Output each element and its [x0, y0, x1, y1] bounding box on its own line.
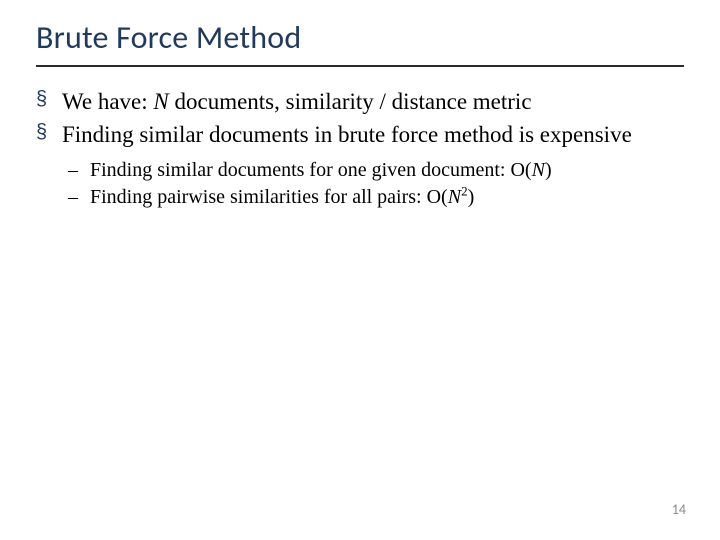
sub-bullet-text: Finding similar documents for one given …: [90, 159, 532, 181]
sub-bullet-text: ): [545, 159, 552, 181]
slide: Brute Force Method We have: N documents,…: [0, 0, 720, 540]
slide-title: Brute Force Method: [36, 18, 684, 63]
sub-bullet-item: Finding similar documents for one given …: [68, 158, 684, 184]
bullet-text: We have:: [62, 89, 153, 114]
bullet-list: We have: N documents, similarity / dista…: [36, 87, 684, 211]
bullet-text: documents, similarity / distance metric: [169, 89, 532, 114]
bullet-item: Finding similar documents in brute force…: [36, 120, 684, 211]
sub-bullet-list: Finding similar documents for one given …: [62, 158, 684, 211]
sub-bullet-item: Finding pairwise similarities for all pa…: [68, 185, 684, 211]
page-number: 14: [672, 501, 686, 518]
variable-n: N: [448, 186, 461, 208]
variable-n: N: [532, 159, 545, 181]
title-underline: [36, 65, 684, 67]
bullet-text: Finding similar documents in brute force…: [62, 122, 632, 147]
slide-body: We have: N documents, similarity / dista…: [36, 87, 684, 211]
sub-bullet-text: ): [468, 186, 475, 208]
bullet-item: We have: N documents, similarity / dista…: [36, 87, 684, 116]
sub-bullet-text: Finding pairwise similarities for all pa…: [90, 186, 448, 208]
variable-n: N: [153, 89, 168, 114]
